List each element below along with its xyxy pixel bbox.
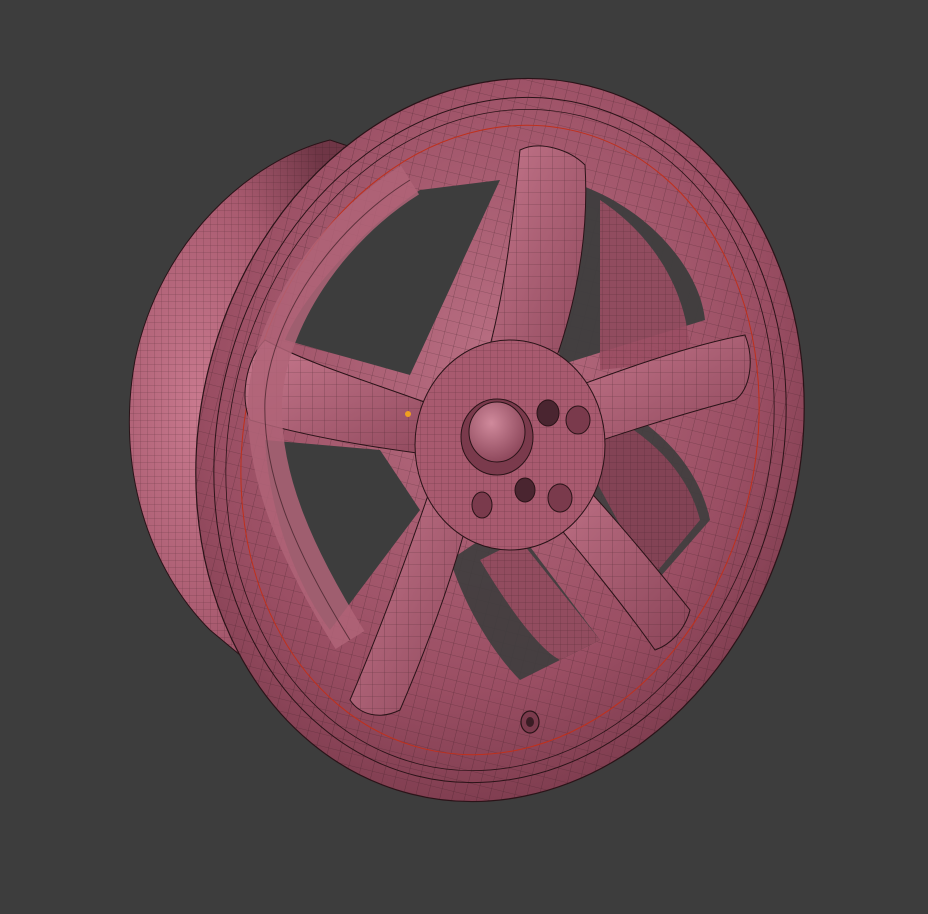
lug-hole [471,491,493,519]
lug-hole [514,477,536,503]
lug-hole [536,399,560,427]
origin-marker [405,411,411,417]
lug-hole [565,405,591,435]
3d-viewport[interactable] [0,0,928,914]
viewport-canvas[interactable] [0,0,928,914]
rim-hub [414,339,606,551]
lug-hole [547,483,573,513]
valve-stem [520,710,540,734]
